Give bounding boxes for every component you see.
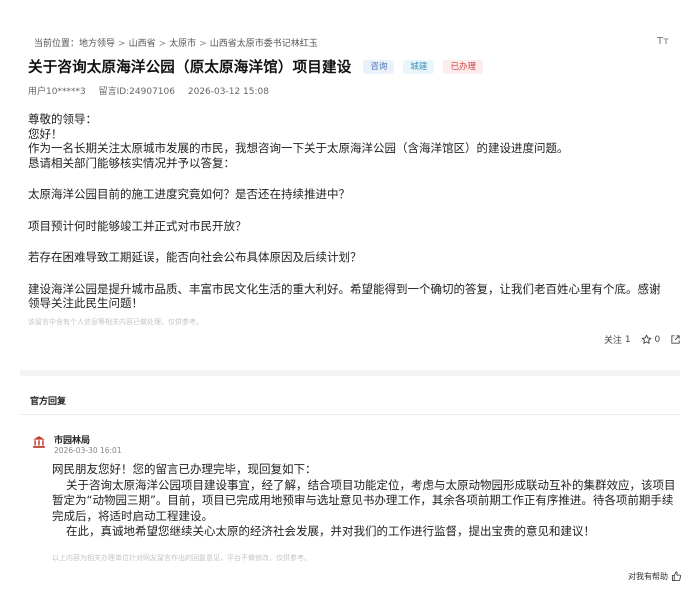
breadcrumb-prefix: 当前位置： xyxy=(34,39,80,49)
breadcrumb-item-level[interactable]: 地方领导 xyxy=(79,39,115,49)
like-button[interactable]: 0 xyxy=(641,334,661,345)
government-building-icon xyxy=(33,436,45,448)
breadcrumb-item-province[interactable]: 山西省 xyxy=(129,39,156,49)
official-reply-heading: 官方回复 xyxy=(30,397,67,407)
share-button[interactable] xyxy=(670,334,681,345)
breadcrumb-separator: > xyxy=(118,39,126,49)
tag-status-handled: 已办理 xyxy=(443,59,483,74)
message-line: 作为一名长期关注太原城市发展的市民，我想咨询一下关于太原海洋公园（含海洋馆区）的… xyxy=(28,141,569,155)
message-line: 您好！ xyxy=(28,126,63,141)
reply-organization: 市园林局 xyxy=(54,436,91,446)
reply-paragraph: 在此，真诚地希望您继续关心太原的经济社会发展，并对我们的工作进行监督，提出宝贵的… xyxy=(66,524,595,538)
message-line: 项目预计何时能够竣工并正式对市民开放？ xyxy=(28,218,247,233)
message-line: 若存在困难导致工期延误，能否向社会公布具体原因及后续计划？ xyxy=(28,250,362,264)
message-line: 太原海洋公园目前的施工进度究竟如何？是否还在持续推进中？ xyxy=(28,187,350,201)
font-size-toggle[interactable]: Tт xyxy=(657,36,669,47)
message-body: 尊敬的领导： 您好！ 作为一名长期关注太原城市发展的市民，我想咨询一下关于太原海… xyxy=(28,112,668,311)
message-line: 尊敬的领导： xyxy=(28,112,97,126)
message-line: 恳请相关部门能够核实情况并予以答复： xyxy=(28,155,235,170)
breadcrumb: 当前位置：地方领导 > 山西省 > 太原市 > 山西省太原市委书记林红玉 xyxy=(34,36,318,49)
breadcrumb-separator: > xyxy=(158,39,167,49)
tag-consult: 咨询 xyxy=(363,59,395,74)
reply-body: 网民朋友您好！您的留言已办理完毕，现回复如下： 关于咨询太原海洋公园项目建设事宜… xyxy=(52,462,682,540)
message-privacy-notice: 该留言中含有个人信息等相关内容已做处理，仅供参考。 xyxy=(28,318,203,326)
helpful-button[interactable]: 对我有帮助 xyxy=(628,571,682,582)
star-icon xyxy=(641,334,651,344)
reply-disclaimer: 以上内容为相关办理单位针对网友留言作出的回复意见，平台不做修改，仅供参考。 xyxy=(52,554,311,562)
message-actions: 关注 1 0 xyxy=(604,333,691,346)
reply-time: 2026-03-30 16:01 xyxy=(54,446,122,455)
section-divider xyxy=(20,370,680,376)
breadcrumb-separator: > xyxy=(199,39,207,49)
message-title: 关于咨询太原海洋公园（原太原海洋馆）项目建设 xyxy=(28,60,352,76)
message-meta: 用户10*****3 留言ID:24907106 2026-03-12 15:0… xyxy=(28,84,279,97)
reply-greeting: 网民朋友您好！您的留言已办理完毕，现回复如下： xyxy=(52,462,317,476)
helpful-label: 对我有帮助 xyxy=(628,572,668,581)
message-line: 建设海洋公园是提升城市品质、丰富市民文化生活的重大利好。希望能得到一个确切的答复… xyxy=(28,281,661,311)
share-icon xyxy=(671,335,680,344)
like-count: 0 xyxy=(654,334,661,345)
follow-button[interactable]: 关注 1 xyxy=(604,333,631,347)
breadcrumb-item-leader[interactable]: 山西省太原市委书记林红玉 xyxy=(210,39,318,49)
message-user: 用户10*****3 xyxy=(28,87,86,97)
message-date: 2026-03-12 15:08 xyxy=(187,87,269,97)
follow-label: 关注 xyxy=(604,336,623,346)
breadcrumb-item-city[interactable]: 太原市 xyxy=(169,39,196,49)
message-title-row: 关于咨询太原海洋公园（原太原海洋馆）项目建设 咨询 城建 已办理 xyxy=(28,56,483,77)
message-id: 留言ID:24907106 xyxy=(98,87,175,97)
tag-urban-construction: 城建 xyxy=(403,59,435,74)
reply-paragraph: 关于咨询太原海洋公园项目建设事宜，经了解，结合项目功能定位，考虑与太原动物园形成… xyxy=(52,477,676,523)
reply-heading-divider xyxy=(20,414,680,415)
follow-count: 1 xyxy=(624,334,631,345)
thumbs-up-icon xyxy=(671,571,682,582)
